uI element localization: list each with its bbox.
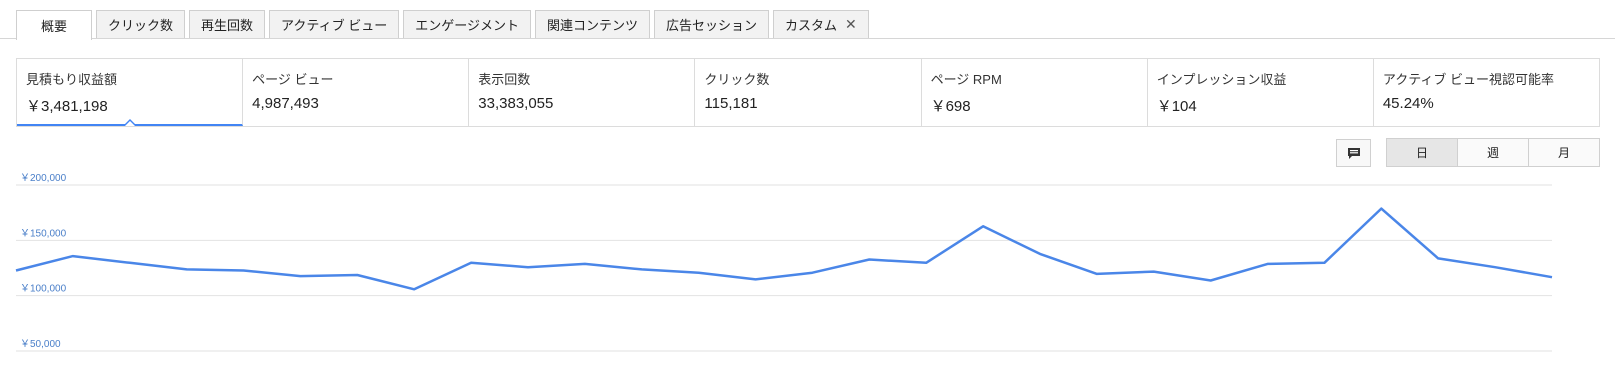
comment-icon: [1347, 147, 1360, 159]
data-point[interactable]: [10, 265, 22, 277]
tab-list: 概要 クリック数 再生回数 アクティブ ビュー エンゲージメント 関連コンテンツ 広告セッシ…: [16, 10, 869, 40]
tab-1[interactable]: クリック数: [96, 10, 186, 38]
data-point[interactable]: [806, 267, 818, 279]
data-point[interactable]: [1489, 261, 1501, 273]
metric-value: ￥104: [1156, 98, 1197, 115]
data-point[interactable]: [238, 265, 250, 277]
data-point[interactable]: [465, 257, 477, 269]
tab-6[interactable]: 広告セッション: [654, 10, 770, 38]
data-point[interactable]: [1034, 248, 1046, 260]
metric-card-2[interactable]: 表示回数 33,383,055: [469, 59, 696, 126]
data-point[interactable]: [579, 258, 591, 270]
metric-label: 表示回数: [478, 72, 531, 87]
data-point[interactable]: [863, 253, 875, 265]
tab-2[interactable]: 再生回数: [189, 10, 266, 38]
metric-card-1[interactable]: ページ ビュー 4,987,493: [243, 59, 470, 126]
period-option-2[interactable]: 月: [1529, 139, 1599, 166]
data-point[interactable]: [1148, 266, 1160, 278]
tab-label: 関連コンテンツ: [546, 18, 638, 33]
tab-label: カスタム: [785, 18, 838, 33]
tab-5[interactable]: 関連コンテンツ: [534, 10, 650, 38]
tab-7[interactable]: カスタム ✕: [773, 10, 869, 38]
metric-value: ￥3,481,198: [26, 98, 108, 115]
data-point[interactable]: [1375, 203, 1387, 215]
metric-card-3[interactable]: クリック数 115,181: [695, 59, 922, 126]
data-point[interactable]: [1432, 252, 1444, 264]
metric-label: クリック数: [704, 72, 770, 87]
data-point[interactable]: [693, 267, 705, 279]
tab-label: アクティブ ビュー: [281, 18, 388, 33]
data-point[interactable]: [1091, 268, 1103, 280]
metric-card-5[interactable]: インプレッション収益 ￥104: [1148, 59, 1374, 126]
revenue-series-line: [15, 207, 1553, 291]
data-point[interactable]: [408, 283, 420, 295]
data-point[interactable]: [920, 257, 932, 269]
metric-value: 4,987,493: [252, 95, 319, 112]
annotation-button[interactable]: [1336, 139, 1371, 167]
metric-label: アクティブ ビュー視認可能率: [1382, 72, 1555, 87]
data-point[interactable]: [1205, 274, 1217, 286]
data-point[interactable]: [977, 220, 989, 232]
data-point[interactable]: [67, 250, 79, 262]
tab-bar: 概要 クリック数 再生回数 アクティブ ビュー エンゲージメント 関連コンテンツ 広告セッシ…: [0, 0, 1615, 40]
tab-label: クリック数: [108, 18, 174, 33]
metric-label: ページ RPM: [930, 72, 1002, 87]
data-point[interactable]: [1262, 258, 1274, 270]
data-point[interactable]: [351, 269, 363, 281]
metric-card-6[interactable]: アクティブ ビュー視認可能率 45.24%: [1374, 59, 1599, 126]
metric-card-4[interactable]: ページ RPM ￥698: [922, 59, 1148, 126]
period-option-1[interactable]: 週: [1458, 139, 1529, 166]
metric-value: ￥698: [930, 98, 971, 115]
metric-cards: 見積もり収益額 ￥3,481,198 ページ ビュー 4,987,493 表示回数 33,…: [16, 58, 1600, 127]
period-option-0[interactable]: 日: [1387, 139, 1458, 166]
revenue-line-chart: ￥200,000 ￥150,000 ￥100,000 ￥50,000: [10, 173, 1558, 352]
tab-label: 広告セッション: [666, 18, 758, 33]
tab-label: エンゲージメント: [415, 18, 519, 33]
tab-4[interactable]: エンゲージメント: [403, 10, 531, 38]
period-toggle: 日週月: [1386, 138, 1600, 167]
metric-label: ページ ビュー: [252, 72, 334, 87]
metric-card-0[interactable]: 見積もり収益額 ￥3,481,198: [17, 59, 244, 126]
close-icon[interactable]: ✕: [845, 16, 857, 33]
data-point[interactable]: [1318, 257, 1330, 269]
metric-value: 33,383,055: [478, 95, 554, 112]
data-point[interactable]: [636, 263, 648, 275]
metric-label: 見積もり収益額: [26, 72, 118, 87]
data-point[interactable]: [1546, 271, 1558, 283]
data-point[interactable]: [522, 261, 534, 273]
tab-label: 概要: [41, 19, 68, 34]
data-point[interactable]: [750, 273, 762, 285]
metric-label: インプレッション収益: [1156, 72, 1287, 87]
metric-value: 45.24%: [1382, 95, 1434, 112]
selected-indicator: [123, 119, 137, 126]
y-tick-label: ￥50,000: [20, 339, 61, 350]
y-tick-label: ￥150,000: [20, 228, 67, 239]
metric-value: 115,181: [704, 95, 758, 112]
data-point[interactable]: [294, 270, 306, 282]
data-point[interactable]: [181, 263, 193, 275]
tab-0[interactable]: 概要: [16, 10, 93, 40]
y-tick-label: ￥200,000: [20, 173, 67, 184]
tab-label: 再生回数: [201, 18, 254, 33]
tab-3[interactable]: アクティブ ビュー: [269, 10, 400, 38]
y-tick-label: ￥100,000: [20, 284, 67, 295]
data-point[interactable]: [124, 257, 136, 269]
